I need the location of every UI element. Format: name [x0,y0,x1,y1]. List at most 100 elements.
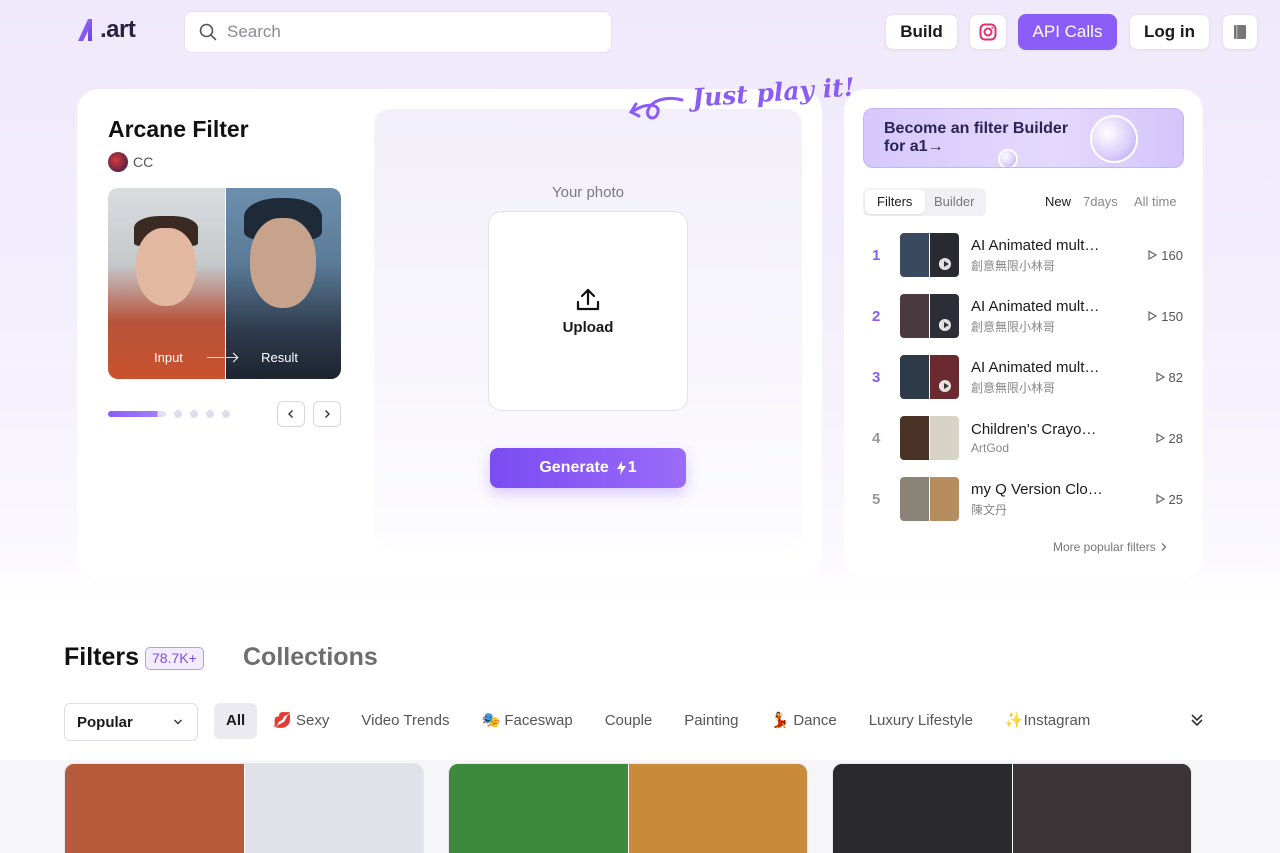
category-tab[interactable]: Video Trends [345,703,465,739]
sort-select[interactable]: Popular [64,703,198,741]
expand-categories-icon[interactable] [1189,712,1205,728]
run-count-value: 28 [1168,430,1183,446]
filter-card[interactable] [64,763,424,853]
carousel-dot[interactable] [206,410,214,418]
filter-card[interactable] [448,763,808,853]
search-icon [199,23,217,41]
run-count-value: 150 [1161,308,1183,324]
category-tab[interactable]: 💃 Dance [754,703,852,739]
rank-author: 陳文丹 [971,502,1008,517]
filter-thumbnail [900,294,959,338]
more-popular-filters-link[interactable]: More popular filters [1053,540,1168,554]
site-logo[interactable]: .art [76,14,136,46]
filter-title: Arcane Filter [108,116,249,142]
rank-info: Children's Crayo… ArtGod [971,421,1141,455]
rank-title: AI Animated mult… [971,297,1100,315]
filter-thumbnail [900,233,959,277]
upload-label: Upload [562,318,614,336]
ranking-row[interactable]: 5 my Q Version Clo… 陳文丹 25 [863,476,1183,522]
become-builder-banner[interactable]: Become an filter Builder for a1→ [863,108,1184,168]
arrow-right-icon [207,357,238,358]
rank-number: 2 [872,307,881,325]
run-count: 150 [1141,309,1183,324]
rank-number: 4 [872,429,881,447]
tab-builder[interactable]: Builder [925,190,985,214]
carousel-next-button[interactable] [313,401,341,427]
play-icon [1155,372,1165,382]
run-count-value: 160 [1161,247,1183,263]
collections-heading[interactable]: Collections [243,643,378,672]
carousel-dot-active[interactable] [108,411,166,417]
rank-number: 1 [872,246,881,264]
chevron-left-icon [288,410,293,418]
category-tab[interactable]: 🎭 Faceswap [466,703,589,739]
period-all-time[interactable]: All time [1134,194,1177,209]
play-icon [1148,311,1158,321]
filter-card[interactable] [832,763,1192,853]
category-tabs: All 💋 Sexy Video Trends 🎭 Faceswap Couple Pai… [214,703,1106,739]
coin-decoration-icon [998,149,1018,167]
filters-heading[interactable]: Filters [64,643,139,672]
login-button[interactable]: Log in [1129,14,1210,50]
filters-count-badge: 78.7K+ [145,647,204,670]
carousel-dot[interactable] [190,410,198,418]
search-bar[interactable] [184,11,612,53]
play-icon [1148,250,1158,260]
curved-arrow-icon [628,96,684,120]
instagram-icon [979,23,997,41]
filter-thumbnail [900,416,959,460]
ranking-row[interactable]: 2 AI Animated mult… 創意無限小林哥 150 [863,293,1183,339]
run-count-value: 25 [1168,491,1183,507]
category-tab[interactable]: Luxury Lifestyle [853,703,989,739]
lightning-icon [616,461,626,475]
rank-title: my Q Version Clo… [971,480,1103,498]
tab-filters[interactable]: Filters [865,190,925,214]
generate-button[interactable]: Generate 1 [490,448,686,488]
ranking-row[interactable]: 3 AI Animated mult… 創意無限小林哥 82 [863,354,1183,400]
banner-line-1: Become an filter Builder [884,120,1069,137]
ranking-row[interactable]: 4 Children's Crayo… ArtGod 28 [863,415,1183,461]
build-button[interactable]: Build [885,14,958,50]
carousel-prev-button[interactable] [277,401,305,427]
ranking-row[interactable]: 1 AI Animated mult… 創意無限小林哥 160 [863,232,1183,278]
book-icon [1234,25,1246,39]
period-new[interactable]: New [1045,194,1071,209]
more-label: More popular filters [1053,540,1156,554]
rank-author: 創意無限小林哥 [971,258,1056,273]
run-count: 25 [1141,492,1183,507]
api-calls-button[interactable]: API Calls [1018,14,1117,50]
period-7days[interactable]: 7days [1083,194,1118,209]
category-tab[interactable]: ✨Instagram [989,703,1106,739]
preview-labels: Input Result [108,350,341,365]
rank-title: AI Animated mult… [971,236,1100,254]
category-tab[interactable]: Painting [668,703,754,739]
video-icon [939,380,951,392]
category-tab[interactable]: Couple [589,703,669,739]
author-avatar [108,152,128,172]
video-icon [939,258,951,270]
generate-cost: 1 [616,459,637,477]
carousel-dot[interactable] [222,410,230,418]
rank-info: AI Animated mult… 創意無限小林哥 [971,298,1141,335]
instagram-button[interactable] [969,14,1007,50]
category-tab[interactable]: 💋 Sexy [257,703,345,739]
carousel-dot[interactable] [174,410,182,418]
upload-dropzone[interactable]: Upload [488,211,688,411]
menu-button[interactable] [1222,14,1258,50]
search-input[interactable] [227,22,587,42]
generate-label: Generate [539,459,609,476]
category-tab[interactable]: All [214,703,258,739]
rank-title: AI Animated mult… [971,358,1100,376]
chevron-down-icon [174,719,182,725]
rank-info: my Q Version Clo… 陳文丹 [971,481,1141,518]
carousel-dots [108,410,230,418]
rank-author: ArtGod [971,441,1010,455]
filter-author[interactable]: CC [108,152,153,172]
logo-text: .art [100,16,136,43]
sort-value: Popular [77,713,133,731]
input-label: Input [154,350,183,365]
rank-author: 創意無限小林哥 [971,380,1056,395]
ranking-type-toggle: Filters Builder [863,188,986,216]
run-count: 82 [1141,370,1183,385]
logo-icon [78,19,92,41]
